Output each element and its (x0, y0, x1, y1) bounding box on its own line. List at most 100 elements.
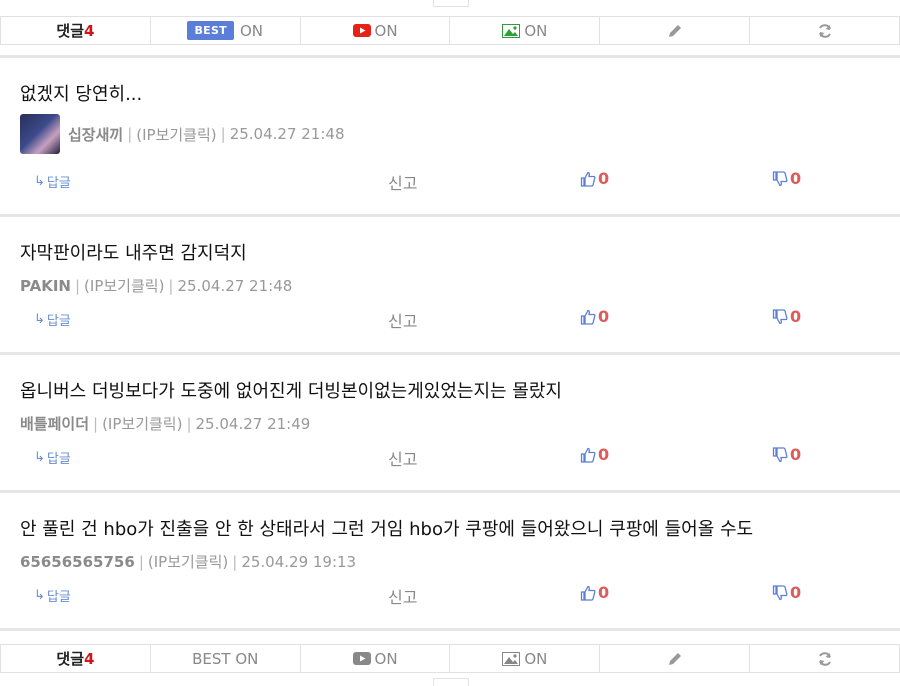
dislike-count: 0 (790, 307, 802, 326)
image-state: ON (524, 21, 548, 40)
image-icon (502, 651, 521, 666)
best-toggle[interactable]: BEST ON (149, 645, 300, 672)
reply-arrow-icon: ↳ (34, 450, 45, 465)
separator (0, 55, 900, 58)
write-comment-button[interactable] (599, 17, 749, 44)
comment-meta: 65656565756 | (IP보기클릭) | 25.04.29 19:13 (20, 551, 357, 572)
thumbs-up-icon (580, 585, 596, 601)
thumbs-up-icon (580, 447, 596, 463)
comment-actions: ↳ 답글 신고 0 0 (0, 445, 900, 470)
top-notch (433, 0, 469, 7)
separator (0, 490, 900, 493)
reply-label: 답글 (46, 176, 71, 191)
image-toggle[interactable]: ON (449, 645, 599, 672)
thumbs-up-icon (580, 171, 596, 187)
dislike-count: 0 (790, 445, 802, 464)
separator (0, 352, 900, 355)
reply-label: 답글 (46, 452, 71, 467)
image-icon (502, 23, 521, 38)
comment-meta: PAKIN | (IP보기클릭) | 25.04.27 21:48 (20, 275, 293, 296)
youtube-state: ON (374, 649, 398, 668)
reply-button[interactable]: ↳ 답글 (34, 172, 71, 191)
reply-button[interactable]: ↳ 답글 (34, 310, 71, 329)
dislike-count: 0 (790, 169, 802, 188)
pencil-icon (668, 24, 681, 37)
comment-date: 25.04.27 21:49 (195, 414, 311, 433)
refresh-comments-button[interactable] (749, 645, 900, 672)
youtube-toggle[interactable]: ON (299, 17, 450, 44)
pencil-icon (668, 652, 681, 665)
comments-label: 댓글 (56, 650, 84, 668)
dislike-count: 0 (790, 583, 802, 602)
report-button[interactable]: 신고 (388, 446, 417, 470)
like-button[interactable]: 0 (580, 583, 609, 602)
reply-button[interactable]: ↳ 답글 (34, 586, 71, 605)
thumbs-down-icon (772, 446, 788, 462)
thumbs-down-icon (772, 308, 788, 324)
dislike-button[interactable]: 0 (772, 169, 801, 188)
reply-arrow-icon: ↳ (34, 588, 45, 603)
youtube-state: ON (374, 21, 398, 40)
ip-link[interactable]: (IP보기클릭) (102, 413, 182, 434)
report-button[interactable]: 신고 (388, 308, 417, 332)
like-button[interactable]: 0 (580, 169, 609, 188)
comment-toolbar-bottom: 댓글 4 BEST ON ON ON (0, 644, 900, 673)
reply-button[interactable]: ↳ 답글 (34, 448, 71, 467)
image-toggle[interactable]: ON (449, 17, 599, 44)
dislike-button[interactable]: 0 (772, 307, 801, 326)
comment-actions: ↳ 답글 신고 0 0 (0, 307, 900, 332)
comment-author[interactable]: 배틀페이더 (20, 413, 89, 434)
avatar[interactable] (20, 114, 60, 154)
like-count: 0 (598, 445, 610, 464)
dislike-button[interactable]: 0 (772, 583, 801, 602)
comments-label: 댓글 (56, 22, 84, 40)
comment-author[interactable]: PAKIN (20, 277, 71, 295)
like-button[interactable]: 0 (580, 445, 609, 464)
thumbs-up-icon (580, 309, 596, 325)
like-count: 0 (598, 169, 610, 188)
comment-author[interactable]: 십장새끼 (68, 124, 123, 145)
separator (0, 628, 900, 631)
comment-text: 안 풀린 건 hbo가 진출을 안 한 상태라서 그런 거임 hbo가 쿠팡에 … (20, 519, 754, 540)
best-state: ON (239, 21, 264, 40)
ip-link[interactable]: (IP보기클릭) (148, 551, 228, 572)
comment-text: 없겠지 당연히... (20, 84, 143, 105)
youtube-toggle[interactable]: ON (299, 645, 450, 672)
bottom-notch (433, 678, 469, 686)
refresh-comments-button[interactable] (749, 17, 900, 44)
comment-toolbar-top: 댓글 4 BEST ON ON ON (0, 16, 900, 45)
reply-arrow-icon: ↳ (34, 312, 45, 327)
comments-count-button[interactable]: 댓글 4 (0, 645, 150, 672)
ip-link[interactable]: (IP보기클릭) (84, 275, 164, 296)
comments-count: 4 (84, 21, 95, 40)
comment-actions: ↳ 답글 신고 0 0 (0, 583, 900, 608)
image-state: ON (524, 649, 548, 668)
report-button[interactable]: 신고 (388, 584, 417, 608)
reply-label: 답글 (46, 590, 71, 605)
youtube-icon (352, 652, 371, 665)
thumbs-down-icon (772, 584, 788, 600)
comment-author[interactable]: 65656565756 (20, 553, 135, 571)
ip-link[interactable]: (IP보기클릭) (136, 124, 216, 145)
comment-date: 25.04.29 19:13 (241, 552, 357, 571)
comment-meta: 배틀페이더 | (IP보기클릭) | 25.04.27 21:49 (20, 413, 311, 434)
like-button[interactable]: 0 (580, 307, 609, 326)
like-count: 0 (598, 307, 610, 326)
report-button[interactable]: 신고 (388, 170, 417, 194)
reply-label: 답글 (46, 314, 71, 329)
comment-meta: 십장새끼 | (IP보기클릭) | 25.04.27 21:48 (20, 114, 345, 154)
separator (0, 214, 900, 217)
best-toggle[interactable]: BEST ON (149, 17, 300, 44)
comment-text: 옵니버스 더빙보다가 도중에 없어진게 더빙본이없는게있었는지는 몰랐지 (20, 381, 562, 402)
comments-count-button[interactable]: 댓글 4 (0, 17, 150, 44)
comments-count: 4 (84, 649, 95, 668)
youtube-icon (352, 24, 371, 37)
dislike-button[interactable]: 0 (772, 445, 801, 464)
comment-date: 25.04.27 21:48 (229, 125, 345, 143)
reply-arrow-icon: ↳ (34, 174, 45, 189)
refresh-icon (818, 23, 831, 38)
like-count: 0 (598, 583, 610, 602)
write-comment-button[interactable] (599, 645, 749, 672)
comment-text: 자막판이라도 내주면 감지덕지 (20, 243, 247, 264)
best-badge: BEST (187, 21, 234, 40)
